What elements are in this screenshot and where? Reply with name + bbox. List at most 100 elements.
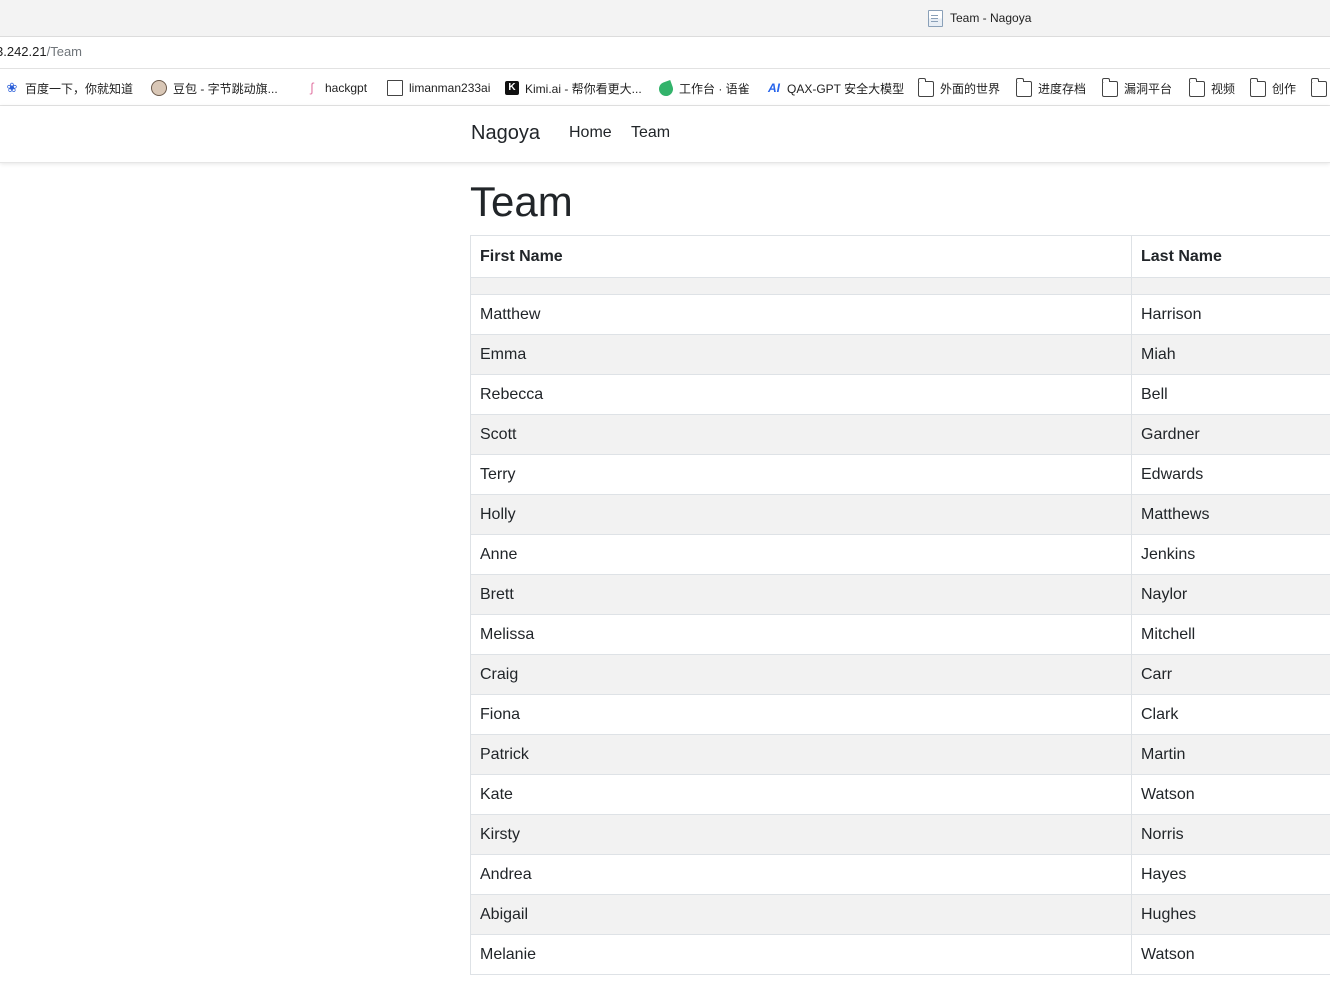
yuque-icon (657, 80, 675, 98)
first-name-cell: Scott (470, 414, 1132, 455)
table-header-row: First Name Last Name (470, 235, 1330, 278)
first-name-cell: Patrick (470, 734, 1132, 775)
first-name-cell: Fiona (470, 694, 1132, 735)
folder-icon (1188, 78, 1205, 97)
bookmark-baidu[interactable]: ❀ 百度一下，你就知道 (5, 79, 133, 97)
url-host: 3.242.21 (0, 44, 47, 59)
first-name-cell: Holly (470, 494, 1132, 535)
first-name-cell: Abigail (470, 894, 1132, 935)
table-row: Melissa Mitchell (470, 614, 1330, 655)
bookmark-folder-create[interactable]: 创作 (1249, 78, 1297, 97)
table-row: Scott Gardner (470, 414, 1330, 455)
table-row: Abigail Hughes (470, 894, 1330, 935)
qax-ai-icon: AI (768, 81, 780, 95)
bookmark-label: 工作台 · 语雀 (679, 81, 750, 96)
table-row: Andrea Hayes (470, 854, 1330, 895)
last-name-cell: Norris (1131, 814, 1330, 855)
table-row: Rebecca Bell (470, 374, 1330, 415)
bookmark-hackgpt[interactable]: ʃ hackgpt (305, 79, 367, 97)
first-name-cell: Andrea (470, 854, 1132, 895)
table-row: Anne Jenkins (470, 534, 1330, 575)
bookmark-label: 百度一下，你就知道 (25, 81, 134, 96)
folder-icon (917, 78, 934, 97)
bookmark-label: 视频 (1211, 81, 1236, 96)
first-name-cell: Terry (470, 454, 1132, 495)
baidu-paw-icon: ❀ (6, 80, 18, 95)
table-row: Patrick Martin (470, 734, 1330, 775)
navbar-brand[interactable]: Nagoya (471, 122, 540, 145)
bookmark-kimi[interactable]: K Kimi.ai - 帮你看更大... (505, 79, 642, 97)
bookmark-label: Kimi.ai - 帮你看更大... (525, 81, 642, 96)
first-name-cell: Anne (470, 534, 1132, 575)
kimi-icon: K (505, 81, 519, 95)
table-row: Terry Edwards (470, 454, 1330, 495)
first-name-cell: Melanie (470, 934, 1132, 975)
bookmark-folder-progress[interactable]: 进度存档 (1015, 78, 1087, 97)
table-row: Kirsty Norris (470, 814, 1330, 855)
last-name-cell: Hughes (1131, 894, 1330, 935)
last-name-cell: Watson (1131, 934, 1330, 975)
bookmark-label: 创作 (1272, 81, 1297, 96)
folder-icon (1101, 78, 1118, 97)
first-name-cell: Kirsty (470, 814, 1132, 855)
page-favicon-icon (928, 9, 943, 27)
last-name-cell: Bell (1131, 374, 1330, 415)
bookmark-label: 进度存档 (1038, 81, 1087, 96)
bookmark-folder-world[interactable]: 外面的世界 (917, 78, 1000, 97)
tab-title: Team - Nagoya (950, 11, 1032, 25)
first-name-cell: Matthew (470, 294, 1132, 335)
last-name-cell: Miah (1131, 334, 1330, 375)
table-row: Brett Naylor (470, 574, 1330, 615)
bookmark-folder-overflow[interactable] (1310, 78, 1327, 97)
page-title: Team (470, 178, 573, 225)
table-row: Kate Watson (470, 774, 1330, 815)
first-name-cell: Rebecca (470, 374, 1132, 415)
browser-title-bar: Team - Nagoya (0, 0, 1330, 37)
folder-icon (1015, 78, 1032, 97)
last-name-cell: Jenkins (1131, 534, 1330, 575)
bookmark-label: QAX-GPT 安全大模型 (787, 81, 905, 96)
first-name-cell: Emma (470, 334, 1132, 375)
url-path: /Team (46, 44, 83, 59)
last-name-cell: Watson (1131, 774, 1330, 815)
bookmark-yuque[interactable]: 工作台 · 语雀 (657, 79, 750, 98)
folder-icon (1310, 78, 1327, 97)
last-name-cell: Matthews (1131, 494, 1330, 535)
first-name-cell (470, 277, 1132, 295)
bookmark-folder-vuln[interactable]: 漏洞平台 (1101, 78, 1173, 97)
table-row: Melanie Watson (470, 934, 1330, 975)
bookmark-label: 漏洞平台 (1124, 81, 1173, 96)
nav-link-home[interactable]: Home (569, 124, 612, 142)
first-name-cell: Brett (470, 574, 1132, 615)
table-row: Craig Carr (470, 654, 1330, 695)
table-row: Fiona Clark (470, 694, 1330, 735)
bookmark-label: hackgpt (325, 81, 368, 95)
bookmark-label: limanman233ai (409, 81, 491, 95)
team-table: First Name Last Name Matthew Harrison Emma… (470, 235, 1330, 975)
bookmark-limanman[interactable]: limanman233ai (387, 79, 490, 97)
hackgpt-icon: ʃ (310, 80, 314, 95)
bookmark-folder-video[interactable]: 视频 (1188, 78, 1236, 97)
last-name-cell (1131, 277, 1330, 295)
column-header-last-name: Last Name (1131, 235, 1330, 278)
table-row: Matthew Harrison (470, 294, 1330, 335)
bookmarks-bar: ❀ 百度一下，你就知道 豆包 - 字节跳动旗... ʃ hackgpt lima… (0, 69, 1330, 106)
last-name-cell: Hayes (1131, 854, 1330, 895)
browser-tab[interactable]: Team - Nagoya (928, 8, 1031, 28)
first-name-cell: Kate (470, 774, 1132, 815)
last-name-cell: Martin (1131, 734, 1330, 775)
last-name-cell: Edwards (1131, 454, 1330, 495)
first-name-cell: Craig (470, 654, 1132, 695)
address-bar[interactable]: 3.242.21/Team (0, 37, 1330, 69)
table-row (470, 277, 1330, 295)
bookmark-qax-gpt[interactable]: AI QAX-GPT 安全大模型 (767, 79, 904, 97)
folder-icon (1249, 78, 1266, 97)
column-header-first-name: First Name (470, 235, 1132, 278)
document-icon (387, 80, 403, 96)
url-text[interactable]: 3.242.21/Team (0, 44, 82, 59)
first-name-cell: Melissa (470, 614, 1132, 655)
site-navbar: Nagoya Home Team (0, 106, 1330, 163)
last-name-cell: Harrison (1131, 294, 1330, 335)
bookmark-doubao[interactable]: 豆包 - 字节跳动旗... (151, 79, 278, 97)
nav-link-team[interactable]: Team (631, 124, 670, 142)
